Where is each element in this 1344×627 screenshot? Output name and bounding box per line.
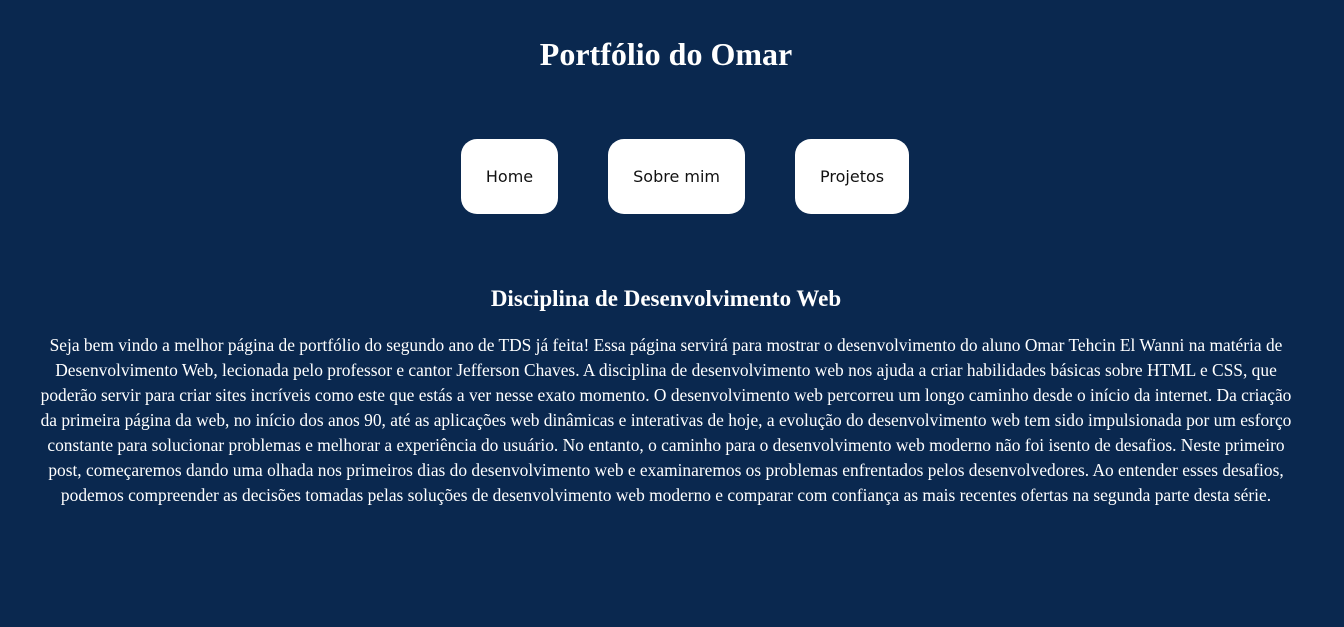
nav-home-button[interactable]: Home xyxy=(460,139,559,214)
nav-sobre-mim-button[interactable]: Sobre mim xyxy=(608,139,746,214)
intro-paragraph: Seja bem vindo a melhor página de portfó… xyxy=(40,335,1292,505)
page-title: Portfólio do Omar xyxy=(539,36,793,72)
page: Portfólio do Omar Home Sobre mim Projeto… xyxy=(0,0,1344,627)
nav-projetos-button[interactable]: Projetos xyxy=(795,139,910,214)
main-nav: Home Sobre mim Projetos xyxy=(0,139,1344,214)
section-title: Disciplina de Desenvolvimento Web xyxy=(490,286,842,311)
